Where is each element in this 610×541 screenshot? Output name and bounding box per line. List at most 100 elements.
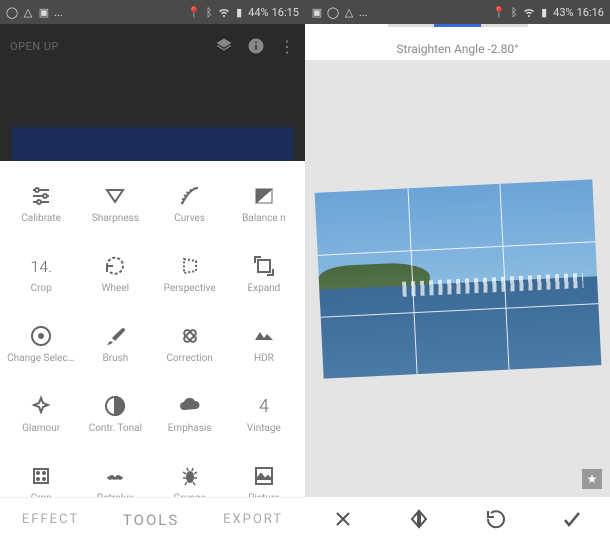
- tool-balance[interactable]: Balance n: [227, 169, 301, 239]
- tool-vintage[interactable]: 4 Vintage: [227, 379, 301, 449]
- tool-label: Curves: [174, 213, 205, 224]
- info-icon[interactable]: [247, 37, 265, 55]
- tool-label: Perspective: [164, 283, 216, 294]
- tool-perspective[interactable]: Perspective: [153, 239, 227, 309]
- tool-label: Wheel: [102, 283, 129, 294]
- tool-expand[interactable]: Expand: [227, 239, 301, 309]
- tab-export[interactable]: EXPORT: [223, 512, 283, 527]
- triangle-down-icon: [103, 184, 127, 208]
- tool-label: Change Selective: [7, 353, 75, 364]
- tool-label: Emphasis: [168, 423, 212, 434]
- tool-hdr[interactable]: HDR: [227, 309, 301, 379]
- vintage-icon: 4: [252, 394, 276, 418]
- tool-label: Sharpness: [92, 213, 139, 224]
- tool-label: Expand: [247, 283, 280, 294]
- tool-brush[interactable]: Brush: [78, 309, 152, 379]
- tool-emphasis[interactable]: Emphasis: [153, 379, 227, 449]
- tool-correction[interactable]: Correction: [153, 309, 227, 379]
- tool-label: Calibrate: [21, 213, 61, 224]
- expand-icon: [252, 254, 276, 278]
- bottom-nav: EFFECT TOOLS EXPORT: [0, 497, 305, 541]
- tool-label: Crop: [31, 283, 52, 294]
- battery-percent: 44%: [248, 6, 268, 19]
- tool-wheel[interactable]: Wheel: [78, 239, 152, 309]
- tool-tonal[interactable]: Contr. Tonal: [78, 379, 152, 449]
- tool-curves[interactable]: Curves: [153, 169, 227, 239]
- left-phone-screen: ◯ △ ▣ ... 📍 ᛒ ▮ 44% 16:15 OPEN UP: [0, 0, 305, 541]
- tool-picture[interactable]: Picture: [227, 449, 301, 497]
- contrast-icon: [103, 394, 127, 418]
- location-icon: 📍: [493, 6, 505, 18]
- sliders-icon: [29, 184, 53, 208]
- tab-3[interactable]: [481, 24, 528, 27]
- action-bar: [305, 497, 610, 541]
- tool-sharpness[interactable]: Sharpness: [78, 169, 152, 239]
- signal-icon: ▮: [233, 6, 245, 18]
- picture-icon: ▣: [311, 6, 323, 18]
- angle-label: Straighten Angle -2.80°: [396, 42, 518, 60]
- tool-label: Vintage: [247, 423, 281, 434]
- tab-2[interactable]: [434, 24, 481, 27]
- tool-label: Glamour: [22, 423, 60, 434]
- cloud-icon: [178, 394, 202, 418]
- rotate-button[interactable]: [484, 507, 508, 531]
- layers-icon[interactable]: [215, 37, 233, 55]
- circle-icon: ◯: [327, 6, 339, 18]
- circle-icon: ◯: [6, 6, 18, 18]
- preview-area: OPEN UP ⋮: [0, 24, 305, 161]
- clock: 16:15: [272, 6, 299, 19]
- edit-canvas[interactable]: ★: [305, 60, 610, 497]
- curve-icon: [178, 184, 202, 208]
- tool-glamour[interactable]: Glamour: [4, 379, 78, 449]
- tool-crop2[interactable]: Crop: [4, 449, 78, 497]
- status-bar: ▣ ◯ △ ... 📍 ᛒ ▮ 43% 16:16: [305, 0, 610, 24]
- battery-percent: 43%: [553, 6, 573, 19]
- tools-grid: Calibrate Sharpness Curves Balance n 14.…: [0, 161, 305, 497]
- tool-label: Correction: [166, 353, 212, 364]
- bluetooth-icon: ᛒ: [508, 6, 520, 18]
- triangle-icon: △: [22, 6, 34, 18]
- signal-icon: ▮: [538, 6, 550, 18]
- confirm-button[interactable]: [560, 507, 584, 531]
- tab-tools[interactable]: TOOLS: [123, 511, 179, 529]
- rotate-icon: [103, 254, 127, 278]
- notif-dots: ...: [359, 6, 368, 19]
- location-icon: 📍: [188, 6, 200, 18]
- mode-tabs: [388, 24, 528, 27]
- tool-label: Contr. Tonal: [89, 423, 142, 434]
- notif-dots: ...: [54, 6, 63, 19]
- clock: 16:16: [577, 6, 604, 19]
- wifi-icon: [218, 6, 230, 18]
- tool-selective[interactable]: Change Selective: [4, 309, 78, 379]
- bluetooth-icon: ᛒ: [203, 6, 215, 18]
- number-icon: 14.: [29, 254, 53, 278]
- tool-retrolux[interactable]: Retrolux: [78, 449, 152, 497]
- triangle-icon: △: [343, 6, 355, 18]
- bug-icon: [178, 464, 202, 488]
- app-icon: ▣: [38, 6, 50, 18]
- tool-grunge[interactable]: Grunge: [153, 449, 227, 497]
- straighten-header: Straighten Angle -2.80°: [305, 24, 610, 60]
- image-preview[interactable]: [12, 127, 293, 161]
- hdr-icon: [252, 324, 276, 348]
- tab-1[interactable]: [388, 24, 435, 27]
- sparkle-icon: [29, 394, 53, 418]
- tab-effect[interactable]: EFFECT: [22, 512, 79, 527]
- tool-calibrate[interactable]: Calibrate: [4, 169, 78, 239]
- tool-label: Balance n: [242, 213, 286, 224]
- wifi-icon: [523, 6, 535, 18]
- photo-preview[interactable]: [314, 179, 601, 378]
- status-bar: ◯ △ ▣ ... 📍 ᛒ ▮ 44% 16:15: [0, 0, 305, 24]
- target-icon: [29, 324, 53, 348]
- close-button[interactable]: [331, 507, 355, 531]
- tool-crop[interactable]: 14. Crop: [4, 239, 78, 309]
- tool-label: HDR: [254, 353, 274, 364]
- dice-icon: [29, 464, 53, 488]
- flip-button[interactable]: [407, 507, 431, 531]
- tool-label: Brush: [102, 353, 128, 364]
- right-phone-screen: ▣ ◯ △ ... 📍 ᛒ ▮ 43% 16:16 Straighten Ang…: [305, 0, 610, 541]
- healing-icon: [178, 324, 202, 348]
- more-vert-icon[interactable]: ⋮: [279, 37, 295, 56]
- bookmark-button[interactable]: ★: [582, 469, 602, 489]
- brush-icon: [103, 324, 127, 348]
